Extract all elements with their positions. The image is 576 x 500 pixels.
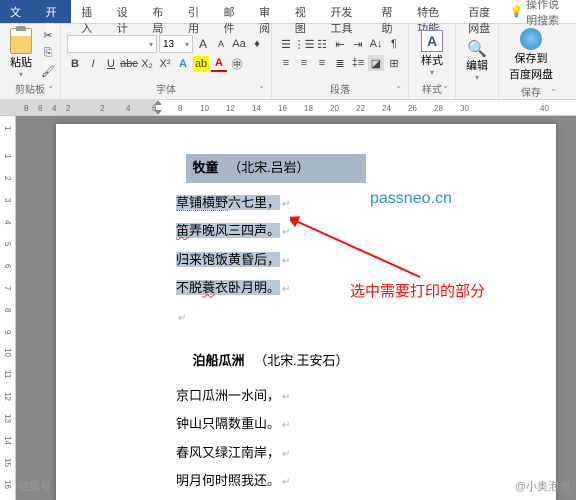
bullets-icon[interactable]: ☰ — [278, 36, 294, 52]
clear-format-icon[interactable]: ♦ — [249, 36, 265, 52]
justify-icon[interactable]: ≣ — [332, 55, 348, 71]
decrease-indent-icon[interactable]: ⇤ — [332, 36, 348, 52]
subscript-button[interactable]: X₂ — [139, 56, 155, 72]
save-label-1: 保存到 — [515, 50, 548, 66]
group-font: ▾ 13▾ A A Aa ♦ B I U abc X₂ X² A ab A — [61, 24, 272, 99]
chevron-down-icon: ▾ — [430, 68, 434, 77]
group-label-paragraph: 段落 — [276, 81, 404, 97]
borders-icon[interactable]: ⊞ — [386, 55, 402, 71]
group-save: 保存到 百度网盘 保存 — [499, 24, 563, 99]
group-label-clipboard: 剪贴板 — [4, 81, 56, 97]
ruler-horizontal[interactable]: 8 6 4 2 2 4 6 8 10 12 14 16 18 20 22 24 … — [0, 100, 576, 116]
tab-view[interactable]: 视图 — [285, 0, 321, 23]
strikethrough-button[interactable]: abc — [121, 56, 137, 72]
clipboard-icon — [10, 28, 32, 54]
poem2-line-3: 春风又绿江南岸， — [176, 439, 456, 468]
text-effects-icon[interactable]: A — [175, 56, 191, 72]
font-family-select[interactable]: ▾ — [67, 35, 157, 53]
menu-tabs: 文件 开始 插入 设计 布局 引用 邮件 审阅 视图 开发工具 帮助 特色功能 … — [0, 0, 576, 24]
poem2-line-4: 明月何时照我还。 — [176, 467, 456, 496]
underline-button[interactable]: U — [103, 56, 119, 72]
font-size-select[interactable]: 13▾ — [159, 35, 193, 53]
italic-button[interactable]: I — [85, 56, 101, 72]
show-marks-icon[interactable]: ¶ — [386, 36, 402, 52]
save-baidu-button[interactable]: 保存到 百度网盘 — [503, 26, 559, 84]
change-case-icon[interactable]: Aa — [231, 36, 247, 52]
tab-design[interactable]: 设计 — [107, 0, 143, 23]
poem1-line-4: 不脱蓑衣卧月明。 — [176, 274, 456, 303]
styles-label: 样式 — [421, 52, 443, 68]
group-label-edit — [460, 96, 494, 97]
tab-home[interactable]: 开始 — [36, 0, 72, 23]
ruler-vertical[interactable]: 1 1 2 3 4 5 6 7 8 9 10 11 12 13 14 15 16 — [0, 116, 16, 500]
shading-icon[interactable]: ◪ — [368, 55, 384, 71]
styles-button[interactable]: A 样式 ▾ — [413, 28, 451, 79]
format-painter-icon[interactable]: 🖌 — [40, 64, 56, 80]
tab-layout[interactable]: 布局 — [142, 0, 178, 23]
styles-icon: A — [421, 30, 443, 52]
poem1-line-3: 归来饱饭黄昏后， — [176, 246, 456, 275]
group-label-save: 保存 — [503, 84, 559, 100]
poem1-title: 牧童 （北宋.吕岩） — [176, 154, 456, 183]
group-edit: 🔍 编辑 ▾ — [456, 24, 499, 99]
enclose-char-icon[interactable]: ㊥ — [229, 56, 245, 72]
font-color-icon[interactable]: A — [211, 56, 227, 72]
cloud-save-icon — [520, 28, 542, 50]
group-paragraph: ☰ ⋮☰ ☷ ⇤ ⇥ A↓ ¶ ≡ ≡ ≡ ≣ ‡≡ ◪ ⊞ — [272, 24, 409, 99]
find-icon: 🔍 — [469, 41, 485, 57]
tab-insert[interactable]: 插入 — [71, 0, 107, 23]
align-left-icon[interactable]: ≡ — [278, 55, 294, 71]
poem2-line-2: 钟山只隔数重山。 — [176, 410, 456, 439]
cut-icon[interactable]: ✂ — [40, 28, 56, 44]
chevron-down-icon: ▾ — [475, 73, 479, 82]
line-spacing-icon[interactable]: ‡≡ — [350, 55, 366, 71]
bold-button[interactable]: B — [67, 56, 83, 72]
superscript-button[interactable]: X² — [157, 56, 173, 72]
tab-help[interactable]: 帮助 — [372, 0, 408, 23]
lightbulb-icon: 💡 — [509, 5, 523, 18]
chevron-down-icon: ▾ — [19, 70, 23, 79]
copy-icon[interactable]: ⎘ — [40, 46, 56, 62]
watermark-source: 搜狐号 — [18, 478, 51, 494]
align-center-icon[interactable]: ≡ — [296, 55, 312, 71]
document-area: 1 1 2 3 4 5 6 7 8 9 10 11 12 13 14 15 16… — [0, 116, 576, 500]
poem2-line-1: 京口瓜洲一水间， — [176, 382, 456, 411]
tab-references[interactable]: 引用 — [178, 0, 214, 23]
increase-indent-icon[interactable]: ⇥ — [350, 36, 366, 52]
edit-label: 编辑 — [466, 57, 488, 73]
align-right-icon[interactable]: ≡ — [314, 55, 330, 71]
tab-review[interactable]: 审阅 — [249, 0, 285, 23]
tell-me-search[interactable]: 💡 操作说明搜索 — [509, 0, 576, 23]
group-label-font: 字体 — [65, 81, 267, 97]
save-label-2: 百度网盘 — [509, 66, 553, 82]
poem1-line-2: 笛弄晚风三四声。 — [176, 217, 456, 246]
edit-button[interactable]: 🔍 编辑 ▾ — [460, 39, 494, 84]
ribbon: 粘贴 ▾ ✂ ⎘ 🖌 剪贴板 ▾ 13▾ A A Aa ♦ — [0, 24, 576, 100]
group-label-styles: 样式 — [413, 81, 451, 97]
paste-label: 粘贴 — [10, 54, 32, 70]
tab-special[interactable]: 特色功能 — [407, 0, 458, 23]
blank-para — [176, 303, 456, 317]
page-scroll[interactable]: 牧童 （北宋.吕岩） 草铺横野六七里， 笛弄晚风三四声。 归来饱饭黄昏后， 不脱… — [16, 116, 576, 500]
grow-font-icon[interactable]: A — [195, 36, 211, 52]
group-clipboard: 粘贴 ▾ ✂ ⎘ 🖌 剪贴板 — [0, 24, 61, 99]
tab-mail[interactable]: 邮件 — [214, 0, 250, 23]
highlight-icon[interactable]: ab — [193, 56, 209, 72]
tab-devtools[interactable]: 开发工具 — [320, 0, 371, 23]
shrink-font-icon[interactable]: A — [213, 36, 229, 52]
group-styles: A 样式 ▾ 样式 — [409, 24, 456, 99]
tab-file[interactable]: 文件 — [0, 0, 36, 23]
poem1-line-1: 草铺横野六七里， — [176, 189, 456, 218]
numbering-icon[interactable]: ⋮☰ — [296, 36, 312, 52]
multilevel-icon[interactable]: ☷ — [314, 36, 330, 52]
paste-button[interactable]: 粘贴 ▾ — [4, 26, 38, 81]
document-page[interactable]: 牧童 （北宋.吕岩） 草铺横野六七里， 笛弄晚风三四声。 归来饱饭黄昏后， 不脱… — [56, 124, 556, 500]
tab-baidu[interactable]: 百度网盘 — [458, 0, 509, 23]
poem2-title: 泊船瓜洲 （北宋.王安石） — [176, 347, 456, 376]
sort-icon[interactable]: A↓ — [368, 36, 384, 52]
watermark-author: @小奥泡泡 — [515, 478, 570, 494]
